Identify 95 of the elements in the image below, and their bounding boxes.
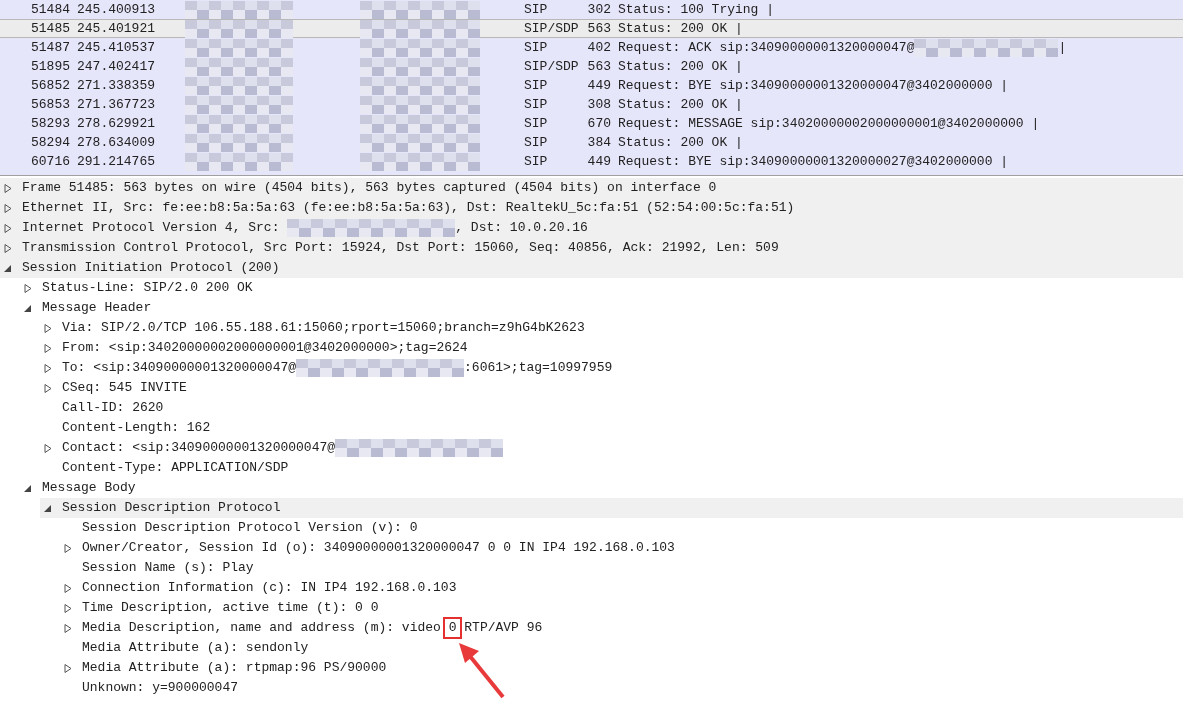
packet-info: Request: ACK sip:34090000001320000047@ — [618, 38, 915, 57]
collapsed-arrow-icon[interactable] — [44, 363, 52, 373]
tree-item-text[interactable]: Connection Information (c): IN IP4 192.168.0.103 — [82, 578, 457, 598]
annotation-arrow — [456, 641, 505, 699]
packet-protocol: SIP/SDP — [524, 57, 580, 76]
tree-item-text[interactable]: Frame 51485: 563 bytes on wire (4504 bits), 563 bytes captured (4504 bits) on interface 0 — [22, 178, 717, 198]
packet-protocol: SIP — [524, 0, 549, 19]
tree-item-text[interactable]: Session Description Protocol Version (v): 0 — [82, 518, 418, 538]
packet-number: 56853 — [30, 95, 70, 114]
tree-item-text[interactable]: Transmission Control Protocol, Src Port: 15924, Dst Port: 15060, Seq: 40856, Ack: 21992, Len: 509 — [22, 238, 779, 258]
packet-info: Status: 100 Trying | — [618, 0, 775, 19]
collapsed-arrow-icon[interactable] — [4, 223, 12, 233]
expanded-arrow-icon[interactable] — [4, 263, 12, 273]
packet-length: 384 — [586, 133, 611, 152]
packet-time: 245.410537 — [76, 38, 156, 57]
packet-number: 51484 — [30, 0, 70, 19]
collapsed-arrow-icon[interactable] — [24, 283, 32, 293]
packet-length: 563 — [586, 57, 611, 76]
tree-item-text[interactable]: Message Header — [42, 298, 152, 318]
collapsed-arrow-icon[interactable] — [64, 583, 72, 593]
tree-item-text[interactable]: Session Description Protocol — [62, 498, 281, 518]
packet-protocol: SIP — [524, 152, 549, 171]
tree-item-text[interactable]: Ethernet II, Src: fe:ee:b8:5a:5a:63 (fe:ee:b8:5a:5a:63), Dst: RealtekU_5c:fa:51 (52:54:00:5c:fa:51) — [22, 198, 795, 218]
packet-protocol: SIP — [524, 38, 549, 57]
collapsed-arrow-icon[interactable] — [64, 603, 72, 613]
collapsed-arrow-icon[interactable] — [44, 323, 52, 333]
packet-length: 670 — [586, 114, 611, 133]
collapsed-arrow-icon[interactable] — [44, 383, 52, 393]
tree-item-text[interactable]: Session Initiation Protocol (200) — [22, 258, 280, 278]
packet-length: 402 — [586, 38, 611, 57]
packet-protocol: SIP/SDP — [524, 19, 580, 38]
packet-protocol: SIP — [524, 76, 549, 95]
packet-info: Status: 200 OK | — [618, 57, 743, 76]
tree-item-text[interactable]: Internet Protocol Version 4, Src: — [22, 218, 288, 238]
tree-item-text[interactable]: , Dst: 10.0.20.16 — [455, 218, 588, 238]
collapsed-arrow-icon[interactable] — [64, 663, 72, 673]
packet-number: 51895 — [30, 57, 70, 76]
packet-time: 291.214765 — [76, 152, 156, 171]
packet-info: Request: MESSAGE sip:34020000002000000001@3402000000 | — [618, 114, 1040, 133]
tree-item-text[interactable]: Content-Length: 162 — [62, 418, 211, 438]
packet-time: 245.400913 — [76, 0, 156, 19]
packet-protocol: SIP — [524, 114, 549, 133]
collapsed-arrow-icon[interactable] — [4, 183, 12, 193]
tree-item-text[interactable]: Unknown: y=900000047 — [82, 678, 239, 698]
tree-item-text[interactable]: Call-ID: 2620 — [62, 398, 164, 418]
boxed-text: 0 — [442, 617, 463, 639]
collapsed-arrow-icon[interactable] — [64, 623, 72, 633]
tree-item-text[interactable]: Contact: <sip:34090000001320000047@ — [62, 438, 336, 458]
collapsed-arrow-icon[interactable] — [64, 543, 72, 553]
packet-time: 245.401921 — [76, 19, 156, 38]
tree-item-text[interactable]: From: <sip:34020000002000000001@3402000000>;tag=2624 — [62, 338, 468, 358]
packet-length: 449 — [586, 152, 611, 171]
collapsed-arrow-icon[interactable] — [44, 343, 52, 353]
packet-number: 51485 — [30, 19, 70, 38]
packet-time: 278.629921 — [76, 114, 156, 133]
tree-item-text[interactable]: Message Body — [42, 478, 136, 498]
packet-info: | — [1058, 38, 1067, 57]
packet-info: Request: BYE sip:34090000001320000047@3402000000 | — [618, 76, 1009, 95]
collapsed-arrow-icon[interactable] — [4, 203, 12, 213]
expanded-arrow-icon[interactable] — [44, 503, 52, 513]
tree-item-text[interactable]: Time Description, active time (t): 0 0 — [82, 598, 379, 618]
tree-item-text[interactable]: To: <sip:34090000001320000047@ — [62, 358, 297, 378]
tree-item-text[interactable]: Media Attribute (a): sendonly — [82, 638, 309, 658]
packet-info: Status: 200 OK | — [618, 133, 743, 152]
packet-protocol: SIP — [524, 133, 549, 152]
packet-number: 56852 — [30, 76, 70, 95]
packet-number: 60716 — [30, 152, 70, 171]
packet-time: 247.402417 — [76, 57, 156, 76]
collapsed-arrow-icon[interactable] — [44, 443, 52, 453]
packet-number: 51487 — [30, 38, 70, 57]
packet-row[interactable]: 51485 245.401921 SIP/SDP 563 Status: 200 OK | — [0, 19, 1183, 38]
tree-item-text[interactable]: Status-Line: SIP/2.0 200 OK — [42, 278, 253, 298]
expanded-arrow-icon[interactable] — [24, 303, 32, 313]
tree-item-text[interactable]: :6061>;tag=10997959 — [464, 358, 613, 378]
packet-length: 563 — [586, 19, 611, 38]
tree-item-text[interactable]: CSeq: 545 INVITE — [62, 378, 187, 398]
packet-number: 58293 — [30, 114, 70, 133]
tree-item-text[interactable]: Session Name (s): Play — [82, 558, 254, 578]
tree-item-text[interactable]: Content-Type: APPLICATION/SDP — [62, 458, 289, 478]
packet-protocol: SIP — [524, 95, 549, 114]
packet-length: 449 — [586, 76, 611, 95]
packet-time: 278.634009 — [76, 133, 156, 152]
expanded-arrow-icon[interactable] — [24, 483, 32, 493]
packet-length: 308 — [586, 95, 611, 114]
tree-item-text[interactable]: Media Attribute (a): rtpmap:96 PS/90000 — [82, 658, 387, 678]
packet-number: 58294 — [30, 133, 70, 152]
tree-item-text[interactable]: Owner/Creator, Session Id (o): 34090000001320000047 0 0 IN IP4 192.168.0.103 — [82, 538, 675, 558]
packet-info: Request: BYE sip:34090000001320000027@3402000000 | — [618, 152, 1009, 171]
packet-info: Status: 200 OK | — [618, 19, 743, 38]
tree-item-text[interactable]: Via: SIP/2.0/TCP 106.55.188.61:15060;rport=15060;branch=z9hG4bK2623 — [62, 318, 585, 338]
collapsed-arrow-icon[interactable] — [4, 243, 12, 253]
packet-time: 271.367723 — [76, 95, 156, 114]
packet-time: 271.338359 — [76, 76, 156, 95]
packet-length: 302 — [586, 0, 611, 19]
packet-info: Status: 200 OK | — [618, 95, 743, 114]
